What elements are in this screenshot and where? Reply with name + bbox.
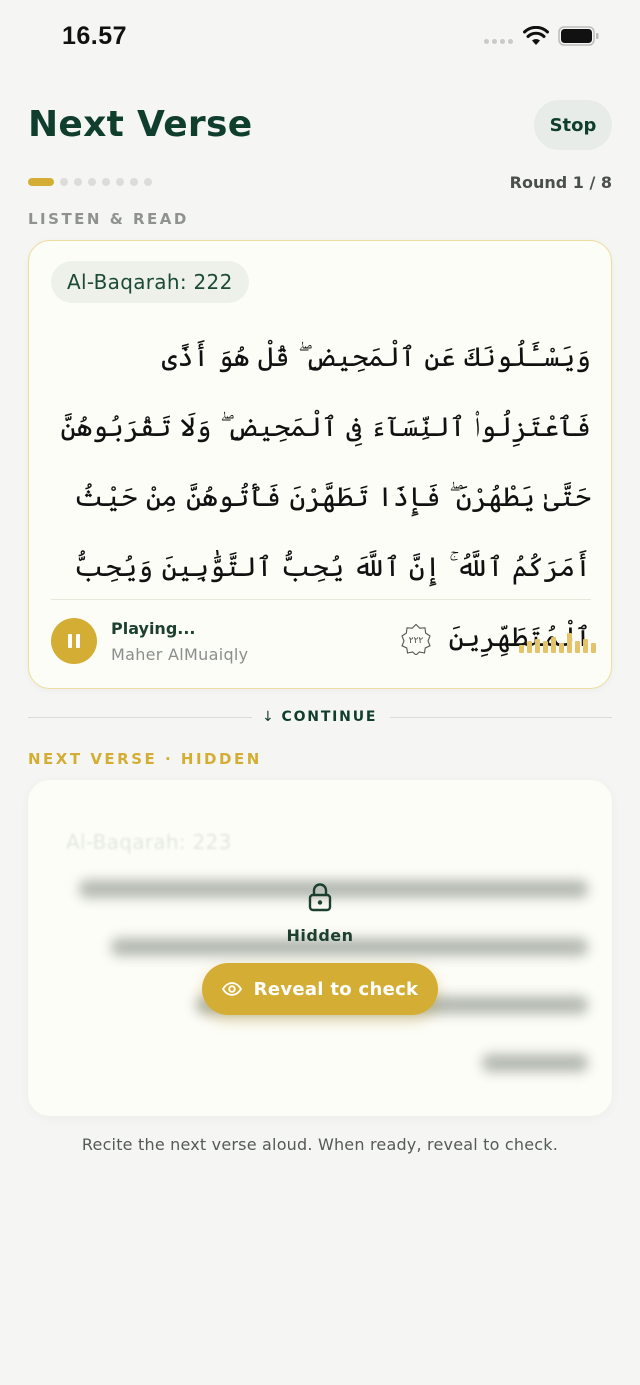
wifi-icon xyxy=(523,26,549,45)
ayah-number-marker: ٢٢٢ xyxy=(400,623,432,655)
page-title: Next Verse xyxy=(28,104,253,145)
listen-section-label: LISTEN & READ xyxy=(28,210,189,228)
battery-icon xyxy=(558,26,599,46)
progress-dot xyxy=(144,178,152,186)
progress-dot xyxy=(116,178,124,186)
progress-dot xyxy=(102,178,110,186)
verse-reference-badge: Al-Baqarah: 222 xyxy=(51,261,249,303)
card-divider xyxy=(51,599,591,600)
hidden-verse-card: Al-Baqarah: 223 Hidden Reveal to check xyxy=(28,780,612,1116)
round-counter: Round 1 / 8 xyxy=(509,173,612,192)
stop-button[interactable]: Stop xyxy=(534,100,612,150)
signal-icon xyxy=(484,39,513,44)
status-bar: 16.57 xyxy=(0,0,640,76)
progress-dot xyxy=(60,178,68,186)
continue-label: CONTINUE xyxy=(281,709,378,725)
hidden-status-label: Hidden xyxy=(286,926,354,945)
progress-dot xyxy=(74,178,82,186)
next-section-label: NEXT VERSE · HIDDEN xyxy=(28,750,262,768)
progress-dot-active xyxy=(28,178,54,186)
ayah-number: ٢٢٢ xyxy=(409,636,424,646)
arrow-down-icon: ↓ xyxy=(262,709,276,725)
pause-button[interactable] xyxy=(51,618,97,664)
current-verse-card: Al-Baqarah: 222 وَيَسْـَٔلُونَكَ عَنِ ٱل… xyxy=(28,240,612,689)
playback-status: Playing... xyxy=(111,619,196,638)
pause-icon xyxy=(68,634,72,648)
reciter-name: Maher AlMuaiqly xyxy=(111,645,249,664)
verse-arabic-body: وَيَسْـَٔلُونَكَ عَنِ ٱلْمَحِيضِ ۖ قُلْ … xyxy=(60,342,591,653)
reveal-button[interactable]: Reveal to check xyxy=(202,963,438,1015)
progress-dot xyxy=(130,178,138,186)
hidden-verse-reference: Al-Baqarah: 223 xyxy=(66,830,232,854)
round-progress xyxy=(28,178,152,186)
progress-dot xyxy=(88,178,96,186)
eye-icon xyxy=(221,982,242,996)
waveform-icon xyxy=(519,631,596,653)
instruction-hint: Recite the next verse aloud. When ready,… xyxy=(81,1135,559,1154)
reveal-button-label: Reveal to check xyxy=(253,978,419,1000)
continue-button[interactable]: ↓ CONTINUE xyxy=(262,709,377,725)
continue-divider[interactable]: ↓ CONTINUE xyxy=(28,708,612,728)
status-time: 16.57 xyxy=(62,22,128,50)
lock-icon xyxy=(308,883,332,912)
